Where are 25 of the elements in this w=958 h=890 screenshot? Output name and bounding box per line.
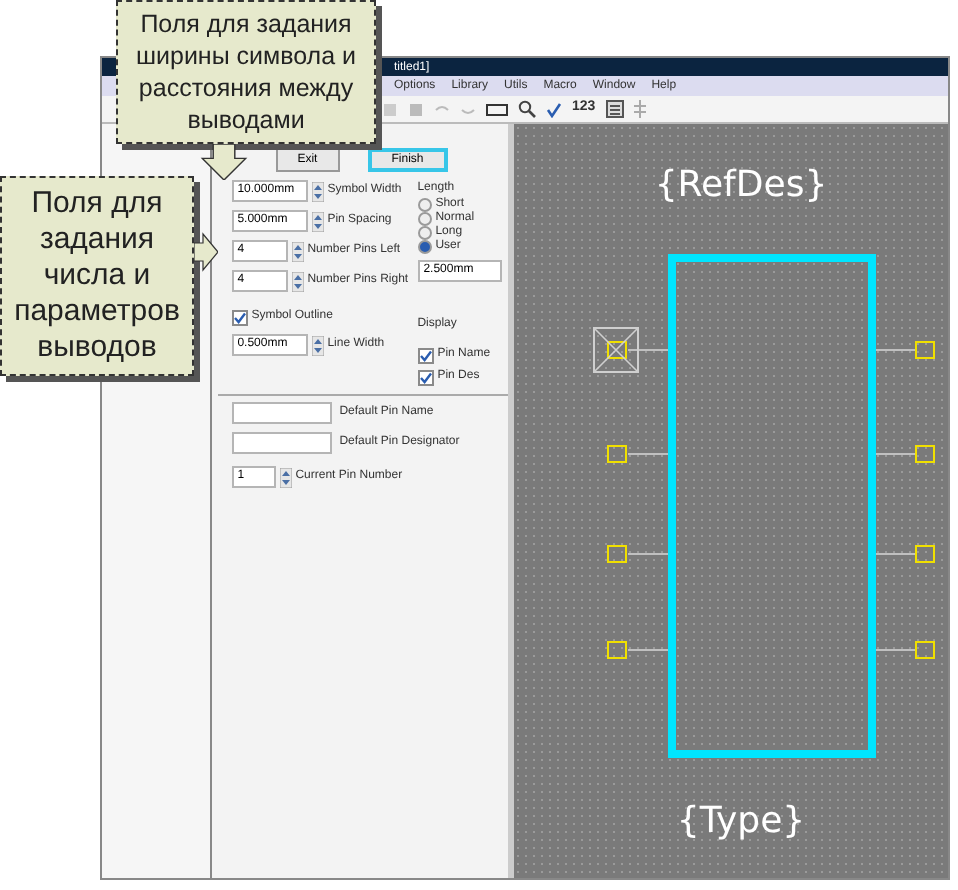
callout-arrow bbox=[194, 228, 218, 276]
type-label: {Type} bbox=[676, 800, 806, 844]
check-icon[interactable] bbox=[546, 101, 562, 117]
list-icon[interactable] bbox=[605, 100, 624, 118]
radio-button[interactable] bbox=[417, 240, 432, 254]
callout: Поля для задания числа и параметров выводов bbox=[0, 176, 194, 376]
spinner-icon[interactable] bbox=[311, 211, 324, 231]
checkbox[interactable] bbox=[417, 369, 434, 385]
spinner-icon[interactable] bbox=[291, 271, 304, 291]
checkbox[interactable] bbox=[231, 309, 248, 325]
spinner-icon[interactable] bbox=[279, 467, 292, 487]
callout: Поля для задания ширины символа и расстояния между выводами bbox=[116, 0, 376, 144]
search-icon[interactable] bbox=[518, 100, 536, 118]
spinner-icon[interactable] bbox=[291, 241, 304, 261]
ruler-icon[interactable] bbox=[486, 101, 508, 117]
input-field[interactable] bbox=[231, 432, 332, 454]
radio-button[interactable] bbox=[417, 226, 432, 240]
input-field[interactable] bbox=[231, 402, 332, 424]
refdes-label: {RefDes} bbox=[654, 164, 828, 208]
radio-button[interactable] bbox=[417, 212, 432, 226]
callout-arrow bbox=[200, 144, 248, 180]
spinner-icon[interactable] bbox=[311, 335, 324, 355]
spinner-icon[interactable] bbox=[311, 181, 324, 201]
radio-button[interactable] bbox=[417, 198, 432, 212]
checkbox[interactable] bbox=[417, 347, 434, 363]
